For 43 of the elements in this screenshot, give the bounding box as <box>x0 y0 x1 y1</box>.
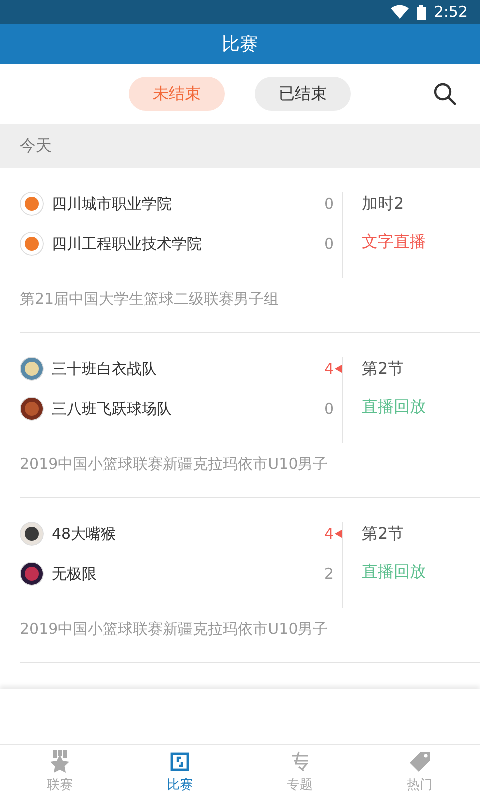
filter-tab[interactable]: 已结束 <box>255 77 351 111</box>
team-logo <box>20 397 44 421</box>
nav-tab[interactable]: 联赛 <box>0 745 120 800</box>
team-logo <box>20 357 44 381</box>
battery-icon <box>417 4 426 20</box>
replay-link[interactable]: 直播回放 <box>362 560 426 584</box>
nav-tab[interactable]: 比赛 <box>120 745 240 800</box>
team-name: 三十班白衣战队 <box>52 360 158 378</box>
team-name: 四川城市职业学院 <box>52 194 173 214</box>
team-name: 48大嘴猴 <box>52 524 118 544</box>
league-name: 第21届中国大学生篮球二级联赛男子组 <box>20 290 280 309</box>
team-logo <box>20 232 44 256</box>
league-name: 2019中国小篮球联赛新疆克拉玛依市U10男子 <box>20 620 330 639</box>
section-title: 今天 <box>20 136 52 156</box>
team-score: 0 <box>323 195 334 213</box>
match-period: 第2节 <box>362 523 406 545</box>
team-score: 2 <box>323 565 334 583</box>
team-name: 四川工程职业技术学院 <box>52 234 203 254</box>
team-logo <box>20 562 44 586</box>
star-icon <box>49 750 71 774</box>
team-score: 4 <box>323 360 334 378</box>
team-score: 0 <box>323 400 334 418</box>
page-title: 比赛 <box>222 33 258 56</box>
team-logo <box>20 192 44 216</box>
team-name: 三八班飞跃球场队 <box>52 400 173 418</box>
nav-tab[interactable]: 专题 <box>240 745 360 800</box>
topic-icon <box>289 750 311 774</box>
team-name: 无极限 <box>52 564 98 584</box>
wifi-icon <box>391 5 410 19</box>
swap-square-icon <box>169 750 191 774</box>
match-period: 第2节 <box>362 358 406 380</box>
team-score: 4 <box>323 525 334 543</box>
tag-icon <box>409 750 431 774</box>
status-time: 2:52 <box>434 3 468 21</box>
replay-link[interactable]: 直播回放 <box>362 395 426 419</box>
league-name: 2019中国小篮球联赛新疆克拉玛依市U10男子 <box>20 455 330 474</box>
nav-tab[interactable]: 热门 <box>360 745 480 800</box>
filter-tab[interactable]: 未结束 <box>129 77 225 111</box>
search-icon[interactable] <box>434 83 456 105</box>
text-live-link[interactable]: 文字直播 <box>362 230 426 254</box>
match-period: 加时2 <box>362 193 406 215</box>
team-score: 0 <box>323 235 334 253</box>
team-logo <box>20 522 44 546</box>
